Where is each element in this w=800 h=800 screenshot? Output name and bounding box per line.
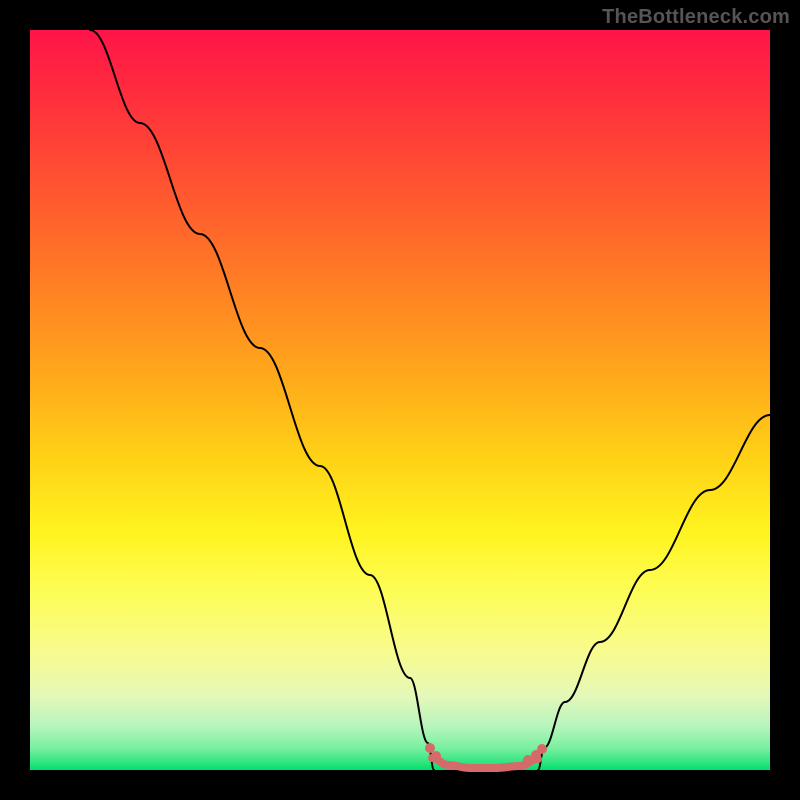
- chart-frame: TheBottleneck.com: [0, 0, 800, 800]
- chart-series-right-curve: [538, 415, 770, 770]
- chart-series-bottom-highlight: [432, 758, 538, 768]
- chart-point: [431, 751, 441, 761]
- chart-point: [425, 743, 435, 753]
- plot-area: [30, 30, 770, 770]
- chart-point: [537, 744, 547, 754]
- chart-svg: [30, 30, 770, 770]
- watermark-text: TheBottleneck.com: [602, 6, 790, 29]
- chart-series-left-curve: [90, 30, 434, 770]
